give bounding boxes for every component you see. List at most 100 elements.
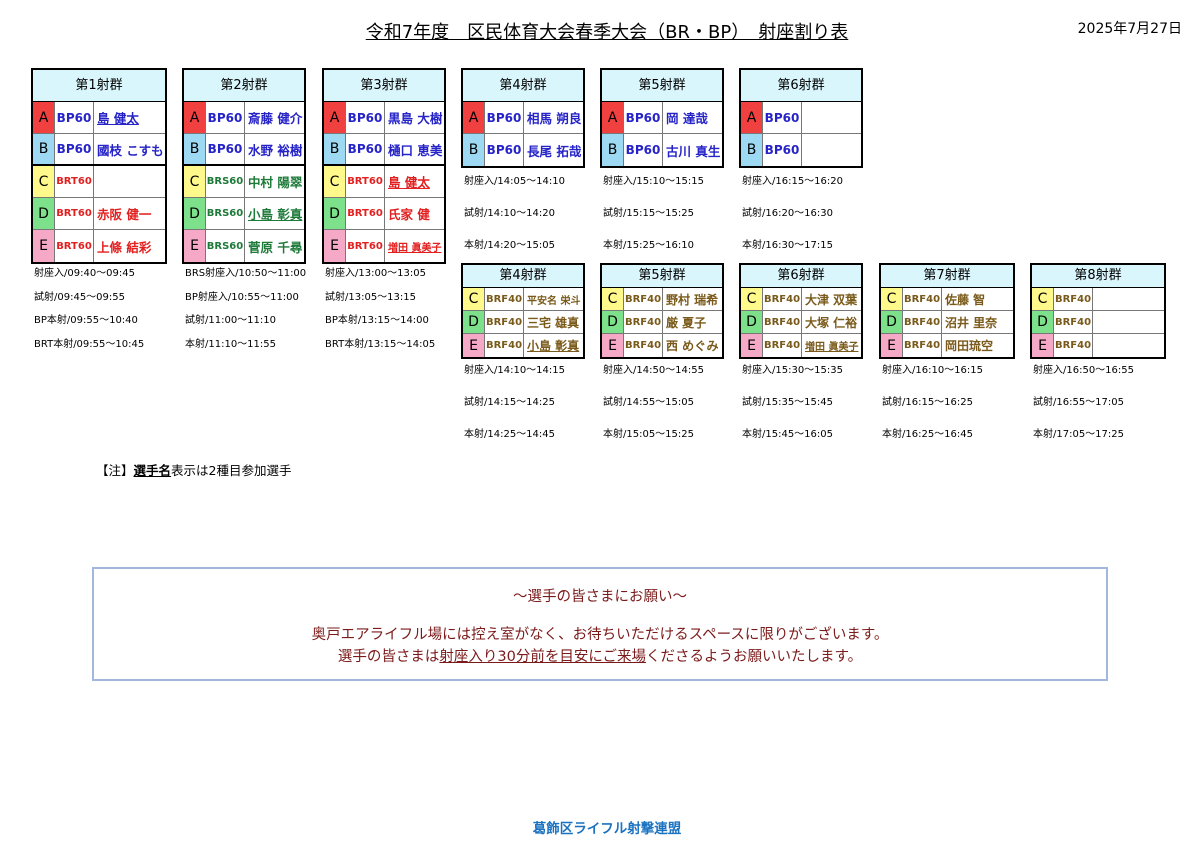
lane-letter: A [33,102,55,133]
schedule-line: 試射/14:15～14:25 [464,397,556,408]
lane-letter: E [33,230,55,262]
event-code: BP60 [485,134,524,166]
lane-letter: E [881,334,903,357]
schedule-line: BP本射/13:15～14:00 [325,315,429,326]
lane-letter: E [741,334,763,357]
lane-letter: C [602,288,624,310]
group-1: 第1射群 A BP60 島 健太 B BP60 國枝 こすも C BRT60 D BRT60… [31,68,167,264]
schedule-line: 試射/14:10～14:20 [464,208,556,219]
schedule-line: 射座入/14:10～14:15 [464,365,566,376]
shooter-name: 氏家 健 [388,207,430,222]
shooter-name: 岡 達哉 [666,111,708,126]
bp-group-6-schedule: 射座入/16:15～16:20 試射/16:20～16:30 本射/16:30～… [742,166,843,262]
event-code: BRF40 [903,334,942,357]
shooter-name [94,166,165,197]
group-1-schedule: 射座入/09:40～09:45 試射/09:45～09:55 BP本射/09:5… [34,262,144,356]
group-header: 第2射群 [184,70,304,102]
shooter-name: 島 健太 [97,111,139,126]
event-code: BRF40 [485,334,524,357]
lane-letter: E [463,334,485,357]
lane-letter: D [1032,311,1054,333]
lane-letter: D [33,198,55,229]
group-header: 第1射群 [33,70,165,102]
schedule-line: BP本射/09:55～10:40 [34,315,138,326]
shooter-name: 國枝 こすも [97,142,164,158]
notice-line-2: 選手の皆さまは射座入り30分前を目安にご来場くださるようお願いいたします。 [94,645,1106,666]
notice-line-2-pre: 選手の皆さまは [337,649,440,665]
event-code: BP60 [485,102,524,133]
group-header: 第5射群 [602,265,722,288]
lane-letter: E [184,230,206,262]
shooter-name: 岡田琉空 [945,339,994,353]
event-code: BP60 [763,102,802,133]
lane-letter: B [741,134,763,166]
schedule-line: 試射/11:00～11:10 [185,315,277,326]
schedule-line: 試射/16:55～17:05 [1033,397,1125,408]
brf-group-4: 第4射群 C BRF40 平安名 栄斗 D BRF40 三宅 雄真 E BRF40 小島 彰… [461,263,585,359]
schedule-line: 本射/16:25～16:45 [882,429,974,440]
shooter-name: 平安名 栄斗 [527,295,581,307]
schedule-line: 本射/14:20～15:05 [464,240,556,251]
event-code: BP60 [55,102,94,133]
bp-group-4-schedule: 射座入/14:05～14:10 試射/14:10～14:20 本射/14:20～… [464,166,565,262]
organization-footer: 葛飾区ライフル射撃連盟 [532,821,682,837]
lane-letter: A [463,102,485,133]
group-header: 第3射群 [324,70,444,102]
bp-group-5: 第5射群 A BP60 岡 達哉 B BP60 古川 真生 [600,68,724,168]
lane-letter: C [881,288,903,310]
lane-letter: C [184,166,206,197]
group-2-schedule: BRS射座入/10:50～11:00 BP射座入/10:55～11:00 試射/… [185,262,306,356]
brf-group-5-schedule: 射座入/14:50～14:55 試射/14:55～15:05 本射/15:05～… [603,355,704,451]
schedule-line: 本射/14:25～14:45 [464,429,556,440]
lane-letter: A [741,102,763,133]
lane-letter: C [324,166,346,197]
brf-group-6-schedule: 射座入/15:30～15:35 試射/15:35～15:45 本射/15:45～… [742,355,843,451]
event-code: BP60 [346,102,385,133]
shooter-name: 上條 結彩 [97,239,152,255]
shooter-name [1093,288,1164,310]
event-code: BP60 [206,134,245,164]
brf-group-5: 第5射群 C BRF40 野村 瑞希 D BRF40 厳 夏子 E BRF40 西 めぐみ [600,263,724,359]
shooter-name: 厳 夏子 [666,315,707,330]
brf-group-8: 第8射群 C BRF40 D BRF40 E BRF40 [1030,263,1166,359]
event-code: BRS60 [206,198,245,229]
lane-letter: A [184,102,206,133]
shooter-name: 小島 彰真 [527,339,580,353]
event-code: BRF40 [763,311,802,333]
lane-letter: D [602,311,624,333]
schedule-line: 本射/17:05～17:25 [1033,429,1125,440]
schedule-line: 射座入/14:50～14:55 [603,365,705,376]
brf-group-4-schedule: 射座入/14:10～14:15 試射/14:15～14:25 本射/14:25～… [464,355,565,451]
schedule-line: 試射/14:55～15:05 [603,397,695,408]
schedule-line: 本射/11:10～11:55 [185,338,277,350]
shooter-name: 三宅 雄真 [527,315,580,330]
shooter-name: 島 健太 [388,175,430,190]
schedule-line: 射座入/13:00～13:05 [325,268,427,279]
lane-letter: B [184,134,206,164]
schedule-line: 射座入/16:15～16:20 [742,176,844,187]
group-3: 第3射群 A BP60 黒島 大樹 B BP60 樋口 恵美 C BRT60 島 健太 DB… [322,68,446,264]
lane-letter: C [741,288,763,310]
shooter-name [802,102,861,133]
event-code: BRF40 [1054,334,1093,357]
schedule-line: 射座入/09:40～09:45 [34,268,136,279]
group-header: 第5射群 [602,70,722,102]
event-code: BRS60 [206,166,245,197]
notice-heading: ～選手の皆さまにお願い～ [513,589,687,605]
event-code: BP60 [763,134,802,166]
lane-letter: D [184,198,206,229]
group-header: 第6射群 [741,70,861,102]
event-code: BRF40 [624,288,663,310]
schedule-line: 本射/16:30～17:15 [742,240,834,251]
shooter-name: 水野 裕樹 [248,142,303,158]
lane-letter: B [33,134,55,164]
shooter-name [802,134,861,166]
event-code: BRF40 [1054,311,1093,333]
event-code: BRF40 [903,288,942,310]
brf-group-7-schedule: 射座入/16:10～16:15 試射/16:15～16:25 本射/16:25～… [882,355,983,451]
lane-letter: C [463,288,485,310]
lane-letter: E [1032,334,1054,357]
schedule-line: 試射/15:15～15:25 [603,208,695,219]
schedule-line: 試射/15:35～15:45 [742,397,834,408]
schedule-line: BRT本射/13:15～14:05 [325,338,436,350]
